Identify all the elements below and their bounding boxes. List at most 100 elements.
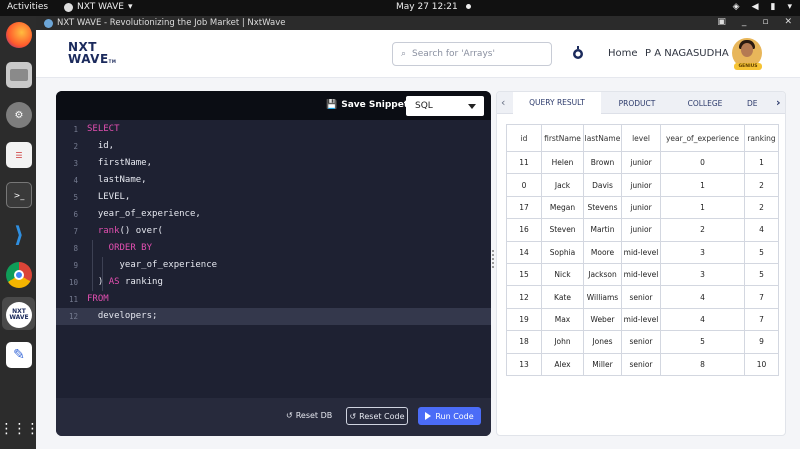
table-cell: 16 xyxy=(506,218,542,242)
table-cell: 11 xyxy=(506,150,542,175)
indent-guide xyxy=(102,257,103,291)
text-editor-icon[interactable]: ✎ xyxy=(6,342,32,368)
column-header: ranking xyxy=(744,124,779,152)
column-header: level xyxy=(621,124,661,152)
editor-actions-bar: ↺ Reset DB ↺ Reset Code Run Code xyxy=(56,398,491,436)
table-cell: 4 xyxy=(660,307,745,332)
activities-button[interactable]: Activities xyxy=(7,2,48,12)
user-name[interactable]: P A NAGASUDHA xyxy=(645,48,729,59)
code-token: id, xyxy=(87,141,115,151)
line-number: 12 xyxy=(68,312,78,321)
panel-resize-handle[interactable] xyxy=(492,250,494,272)
table-row: 16 Steven Martin junior 2 4 xyxy=(506,218,779,242)
code-line[interactable]: 4 lastName, xyxy=(56,172,491,189)
code-keyword: ORDER BY xyxy=(87,243,153,253)
code-text: ) AS ranking xyxy=(87,277,163,287)
column-header: lastName xyxy=(583,124,622,152)
close-icon[interactable]: ✕ xyxy=(784,17,792,27)
save-snippet-button[interactable]: 💾 Save Snippet xyxy=(326,100,408,110)
vscode-icon[interactable]: ⟩ xyxy=(6,222,32,248)
language-select[interactable]: SQL xyxy=(406,96,484,116)
search-input[interactable]: ⌕ Search for 'Arrays' xyxy=(392,42,552,66)
code-line[interactable]: 8 ORDER BY xyxy=(56,240,491,257)
site-header: NXT WAVETM ⌕ Search for 'Arrays' Home P … xyxy=(36,30,800,78)
table-cell: junior xyxy=(621,150,661,175)
files-icon[interactable] xyxy=(6,62,32,88)
terminal-icon[interactable]: >_ xyxy=(6,182,32,208)
table-cell: mid-level xyxy=(621,307,661,332)
code-line[interactable]: 9 year_of_experience xyxy=(56,257,491,274)
line-number: 10 xyxy=(68,278,78,287)
table-cell: Nick xyxy=(541,262,584,287)
app-name: NXT WAVE xyxy=(77,2,124,12)
table-cell: 7 xyxy=(744,307,779,332)
table-row: 13 Alex Miller senior 8 10 xyxy=(506,352,779,376)
code-text: lastName, xyxy=(87,175,147,185)
code-token: firstName, xyxy=(87,158,153,168)
tab-product[interactable]: PRODUCT xyxy=(601,92,673,114)
battery-icon: ▮ xyxy=(770,2,776,12)
line-number: 3 xyxy=(73,159,78,168)
line-number: 5 xyxy=(73,193,78,202)
window-title: NXT WAVE - Revolutionizing the Job Marke… xyxy=(57,18,286,28)
nxtwave-app-icon[interactable]: NXT WAVE xyxy=(6,302,32,328)
chevron-down-icon: ▾ xyxy=(787,2,792,12)
code-text: year_of_experience, xyxy=(87,209,201,219)
code-text: ORDER BY xyxy=(87,243,152,253)
text-viewer-icon[interactable]: ☰ xyxy=(6,142,32,168)
screenshot-icon[interactable]: ▣ xyxy=(717,17,726,27)
reset-code-button[interactable]: ↺ Reset Code xyxy=(346,407,408,425)
maximize-icon[interactable]: ▫ xyxy=(762,17,768,27)
tab-scroll-left-icon[interactable]: ‹ xyxy=(501,96,505,109)
table-row: 0 Jack Davis junior 1 2 xyxy=(506,173,779,197)
code-line[interactable]: 5 LEVEL, xyxy=(56,189,491,206)
app-menu[interactable]: NXT WAVE ▾ xyxy=(64,2,132,12)
save-snippet-label: Save Snippet xyxy=(341,100,409,110)
code-area[interactable]: 1 SELECT 2 id, 3 firstName, 4 lastName, 5 LEV… xyxy=(56,120,491,398)
table-cell: Megan xyxy=(541,195,584,220)
clock[interactable]: May 27 12:21 xyxy=(396,2,471,12)
code-token: lastName, xyxy=(87,175,147,185)
nxtwave-logo[interactable]: NXT WAVETM xyxy=(68,41,116,68)
code-line[interactable]: 7 rank() over( xyxy=(56,223,491,240)
tab-query-result[interactable]: QUERY RESULT xyxy=(513,92,601,114)
streak-icon[interactable] xyxy=(572,46,584,60)
line-number: 2 xyxy=(73,142,78,151)
firefox-icon[interactable] xyxy=(6,22,32,48)
code-text: developers; xyxy=(87,311,158,321)
code-keyword: SELECT xyxy=(87,124,120,134)
table-cell: Moore xyxy=(583,240,622,264)
code-line[interactable]: 10 ) AS ranking xyxy=(56,274,491,291)
table-row: 15 Nick Jackson mid-level 3 5 xyxy=(506,262,779,287)
tab-developers[interactable]: DE xyxy=(747,92,771,114)
chrome-icon[interactable] xyxy=(6,262,32,288)
tab-college[interactable]: COLLEGE xyxy=(673,92,737,114)
app-grid-icon[interactable]: ⋮⋮⋮ xyxy=(0,416,40,442)
table-cell: senior xyxy=(621,285,661,309)
system-tray[interactable]: ◈ ◀ ▮ ▾ xyxy=(733,2,792,12)
column-header: id xyxy=(506,124,542,152)
minimize-icon[interactable]: _ xyxy=(742,17,747,27)
table-cell: mid-level xyxy=(621,240,661,264)
table-cell: 12 xyxy=(506,285,542,309)
language-value: SQL xyxy=(415,101,433,111)
query-result-table: id firstName lastName level year_of_experien… xyxy=(506,124,779,376)
code-line[interactable]: 3 firstName, xyxy=(56,155,491,172)
settings-icon[interactable]: ⚙ xyxy=(6,102,32,128)
run-code-button[interactable]: Run Code xyxy=(418,407,481,425)
code-line[interactable]: 12 developers; xyxy=(56,308,491,325)
code-line[interactable]: 6 year_of_experience, xyxy=(56,206,491,223)
table-cell: 13 xyxy=(506,352,542,376)
code-token: year_of_experience, xyxy=(87,209,201,219)
code-line[interactable]: 1 SELECT xyxy=(56,121,491,138)
indent-guide xyxy=(92,240,93,291)
nav-home-link[interactable]: Home xyxy=(608,48,638,59)
table-cell: Stevens xyxy=(583,195,622,220)
code-line[interactable]: 11 FROM xyxy=(56,291,491,308)
code-line[interactable]: 2 id, xyxy=(56,138,491,155)
code-keyword: rank xyxy=(87,226,120,236)
reset-db-button[interactable]: ↺ Reset DB xyxy=(286,411,332,420)
genius-badge: GENIUS xyxy=(734,63,762,70)
reset-icon: ↺ xyxy=(286,411,293,420)
tab-scroll-right-icon[interactable]: › xyxy=(776,96,781,109)
